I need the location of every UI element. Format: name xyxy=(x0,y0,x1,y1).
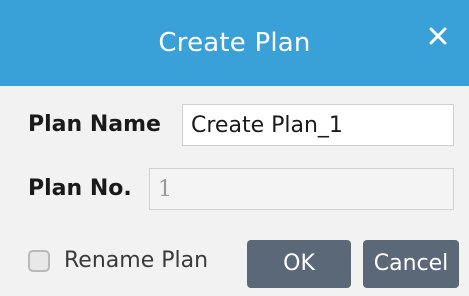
ok-button[interactable]: OK xyxy=(247,240,351,288)
rename-plan-label: Rename Plan xyxy=(64,248,209,273)
dialog-titlebar: Create Plan xyxy=(0,0,469,86)
cancel-button[interactable]: Cancel xyxy=(363,240,459,288)
create-plan-dialog: Create Plan Plan Name Plan No. Rename Pl… xyxy=(0,0,469,296)
plan-name-input[interactable] xyxy=(182,104,454,146)
close-button[interactable] xyxy=(423,18,453,58)
plan-no-input[interactable] xyxy=(149,168,454,210)
rename-plan-checkbox[interactable] xyxy=(28,250,50,272)
plan-no-label: Plan No. xyxy=(28,176,132,201)
plan-name-label: Plan Name xyxy=(28,112,161,137)
close-icon xyxy=(429,27,447,49)
dialog-title: Create Plan xyxy=(158,28,311,58)
